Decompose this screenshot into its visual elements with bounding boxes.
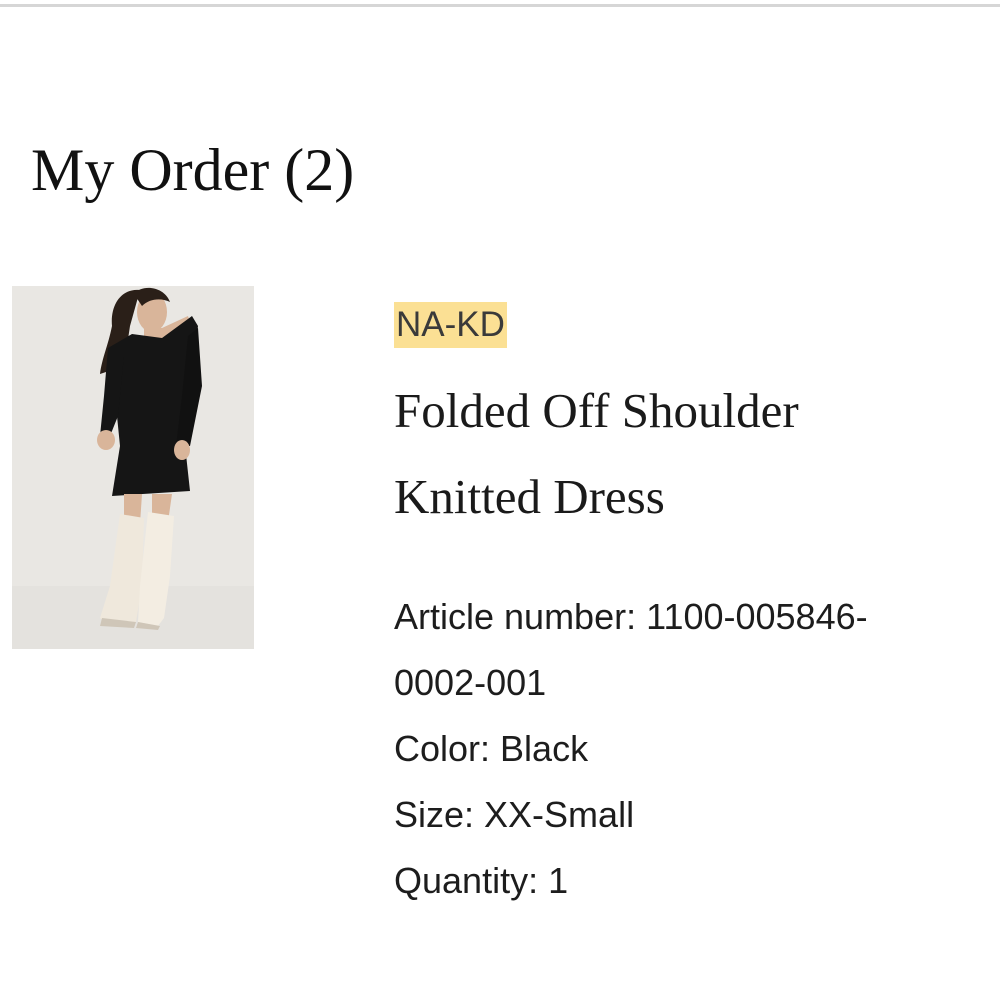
quantity-value: Quantity: 1: [394, 860, 569, 901]
page-title: My Order (2): [31, 137, 355, 203]
size-value: Size: XX-Small: [394, 794, 635, 835]
product-attributes: Article number: 1100-005846- 0002-001 Co…: [394, 584, 994, 914]
product-image[interactable]: [12, 286, 254, 649]
product-name[interactable]: Folded Off Shoulder Knitted Dress: [394, 368, 994, 540]
product-name-line-2: Knitted Dress: [394, 469, 665, 524]
article-number-line-2: 0002-001: [394, 662, 547, 703]
color-value: Color: Black: [394, 728, 589, 769]
product-name-line-1: Folded Off Shoulder: [394, 383, 799, 438]
order-item-details: NA-KD Folded Off Shoulder Knitted Dress …: [394, 302, 994, 914]
article-number-line-1: Article number: 1100-005846-: [394, 596, 868, 637]
top-divider: [0, 4, 1000, 7]
product-photo: [12, 286, 254, 649]
brand-label[interactable]: NA-KD: [394, 302, 507, 348]
